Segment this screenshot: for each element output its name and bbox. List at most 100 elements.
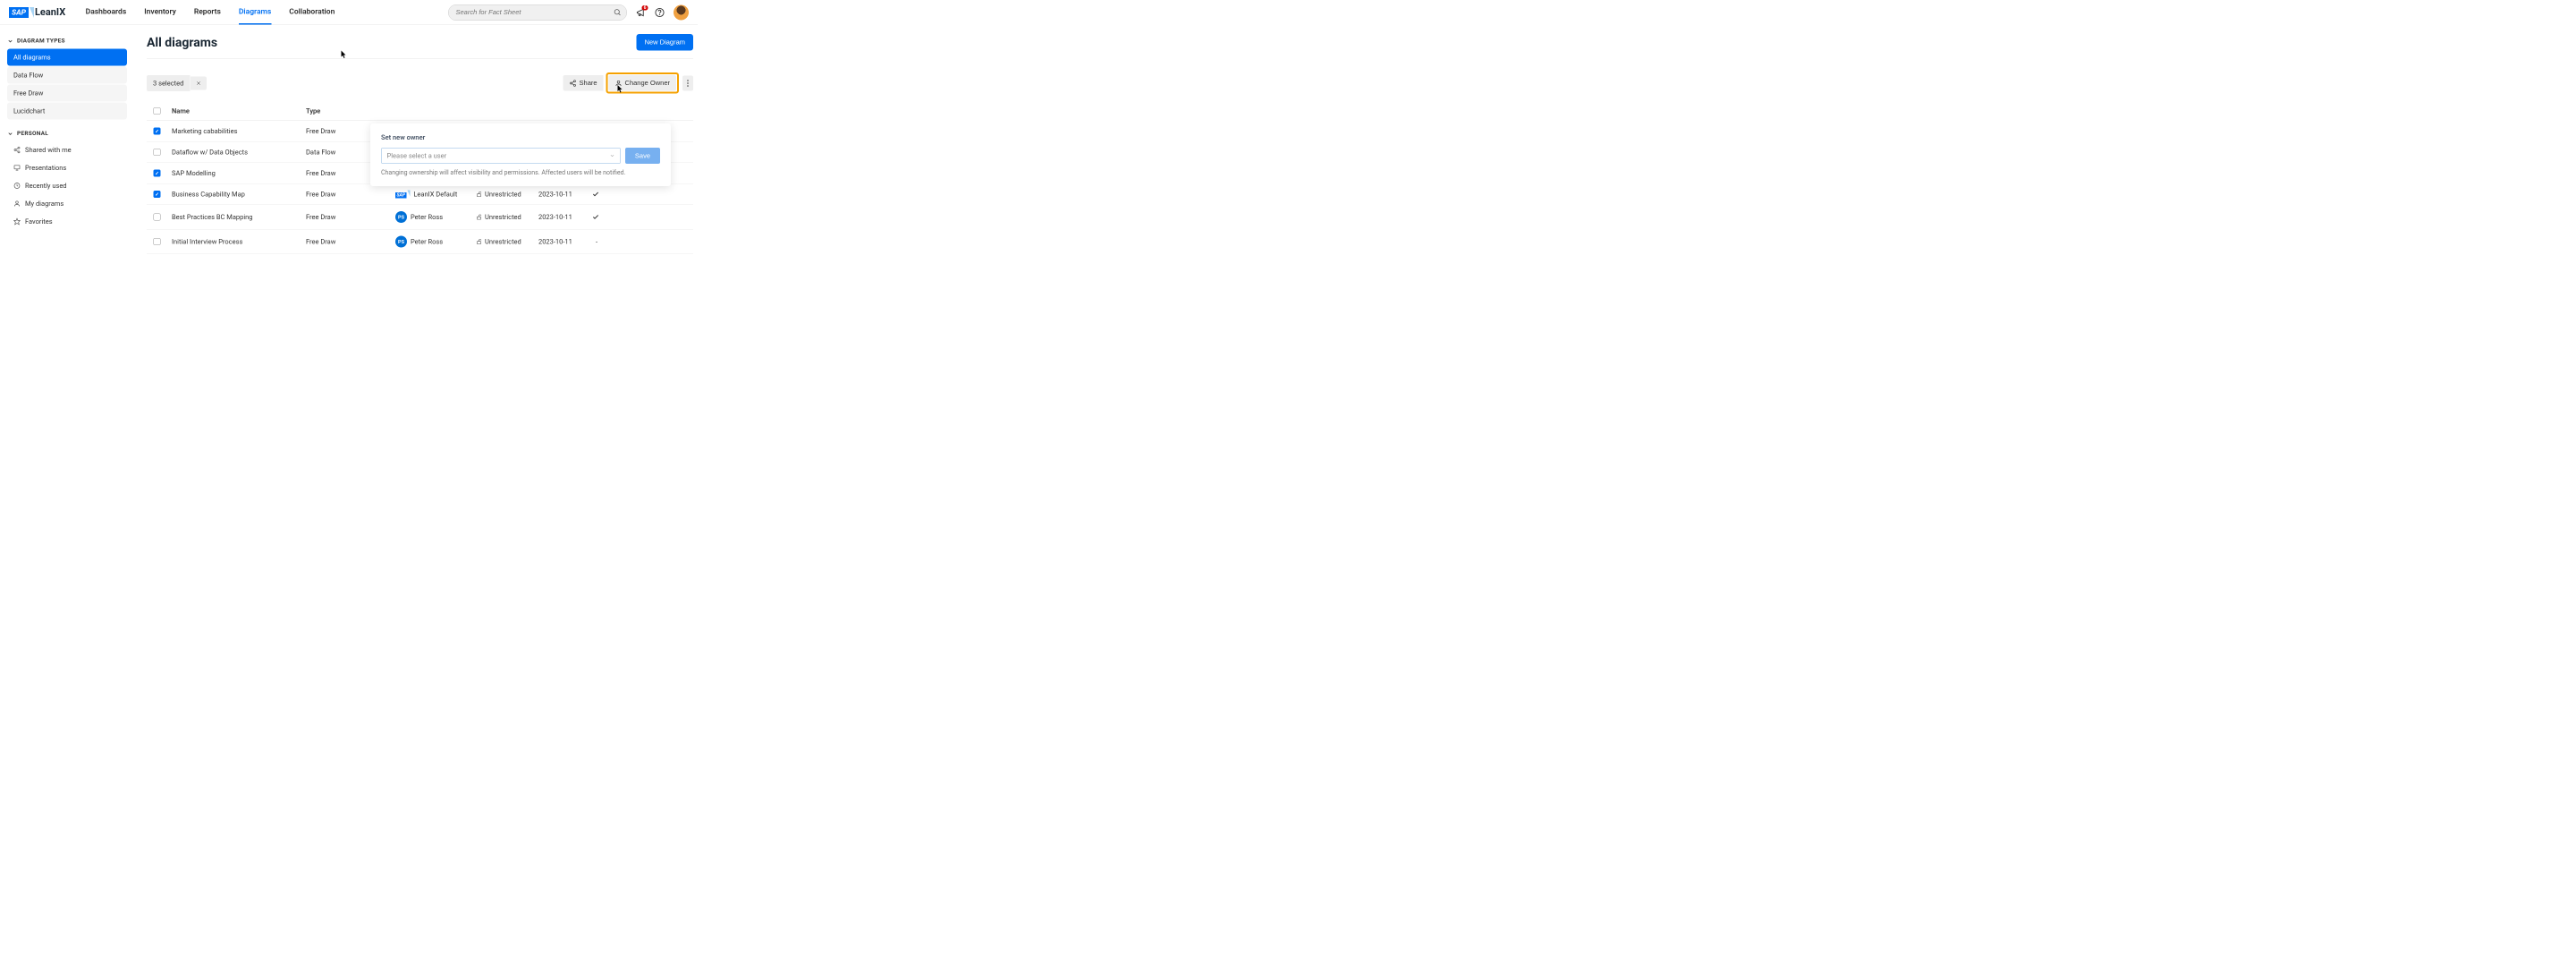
row-checkbox[interactable]	[154, 214, 161, 221]
logo-triangle	[30, 7, 34, 18]
new-diagram-button[interactable]: New Diagram	[637, 34, 693, 51]
cell-owner: PSPeter Ross	[391, 211, 471, 223]
cell-name: Dataflow w/ Data Objects	[167, 149, 301, 157]
row-checkbox[interactable]	[154, 191, 161, 198]
sidebar-item-favorites[interactable]: Favorites	[7, 213, 127, 230]
column-type[interactable]: Type	[301, 107, 391, 115]
owner-name: LeanIX Default	[413, 191, 457, 199]
row-checkbox[interactable]	[154, 238, 161, 245]
cell-name: Best Practices BC Mapping	[167, 213, 301, 221]
column-owner	[391, 107, 471, 115]
logo-sap: SAP	[9, 7, 29, 18]
change-owner-popover: Set new owner Please select a user Save …	[370, 123, 671, 186]
main-nav: Dashboards Inventory Reports Diagrams Collab…	[86, 0, 335, 25]
nav-item-inventory[interactable]: Inventory	[144, 0, 176, 25]
cell-flag: -	[588, 238, 606, 246]
table-header: Name Type	[147, 102, 693, 122]
cell-type: Free Draw	[301, 238, 391, 246]
nav-item-dashboards[interactable]: Dashboards	[86, 0, 127, 25]
sidebar-item-label: Recently used	[25, 182, 67, 190]
sidebar-section-diagram-types[interactable]: DIAGRAM TYPES	[7, 38, 127, 45]
sidebar-item-all-diagrams[interactable]: All diagrams	[7, 49, 127, 66]
cell-flag	[588, 214, 606, 221]
highlight-box: Change Owner	[606, 72, 679, 94]
nav-item-diagrams[interactable]: Diagrams	[239, 0, 271, 25]
share-icon	[13, 147, 21, 154]
header-right: 6	[448, 4, 689, 21]
sidebar-item-lucidchart[interactable]: Lucidchart	[7, 103, 127, 120]
sidebar-item-shared-with-me[interactable]: Shared with me	[7, 141, 127, 158]
close-icon	[196, 81, 201, 86]
owner-avatar: PS	[395, 211, 407, 223]
logo-leanix: LeanIX	[35, 7, 65, 19]
popover-hint: Changing ownership will affect visibilit…	[381, 169, 660, 176]
clear-selection-button[interactable]	[191, 76, 207, 89]
presentation-icon	[13, 165, 21, 172]
row-checkbox[interactable]	[154, 128, 161, 135]
sidebar-item-label: My diagrams	[25, 200, 64, 208]
cell-type: Free Draw	[301, 191, 391, 199]
nav-item-reports[interactable]: Reports	[194, 0, 221, 25]
sidebar-item-my-diagrams[interactable]: My diagrams	[7, 195, 127, 212]
select-all-checkbox[interactable]	[154, 107, 161, 115]
table-row[interactable]: Initial Interview ProcessFree DrawPSPete…	[147, 230, 693, 255]
cell-owner: PSPeter Ross	[391, 236, 471, 248]
table-row[interactable]: Business Capability MapFree DrawSAPLeanI…	[147, 184, 693, 206]
page-title: All diagrams	[147, 35, 217, 50]
cell-access: Unrestricted	[471, 191, 534, 199]
share-button[interactable]: Share	[564, 75, 604, 91]
popover-form-row: Please select a user Save	[381, 148, 660, 164]
sidebar-section-personal[interactable]: PERSONAL	[7, 131, 127, 138]
sidebar-item-presentations[interactable]: Presentations	[7, 159, 127, 176]
search-box	[448, 4, 627, 21]
logo[interactable]: SAP LeanIX	[9, 7, 65, 19]
divider	[147, 59, 693, 60]
change-owner-button[interactable]: Change Owner	[609, 75, 676, 91]
owner-select[interactable]: Please select a user	[381, 148, 621, 164]
main-content: All diagrams New Diagram 3 selected Shar…	[134, 25, 698, 263]
sidebar-item-recently-used[interactable]: Recently used	[7, 177, 127, 194]
column-name[interactable]: Name	[167, 107, 301, 115]
more-actions-button[interactable]	[682, 75, 693, 90]
chevron-down-icon	[7, 38, 13, 44]
search-input[interactable]	[448, 4, 627, 21]
cell-flag	[588, 191, 606, 198]
column-date	[534, 107, 588, 115]
cell-type: Free Draw	[301, 213, 391, 221]
selection-count: 3 selected	[147, 75, 190, 91]
cell-name: Business Capability Map	[167, 191, 301, 199]
save-button[interactable]: Save	[625, 148, 660, 164]
row-checkbox[interactable]	[154, 170, 161, 177]
search-icon[interactable]	[614, 8, 622, 16]
owner-avatar: PS	[395, 236, 407, 248]
check-icon	[592, 191, 599, 198]
owner-select-placeholder: Please select a user	[387, 152, 447, 160]
sidebar-item-label: Presentations	[25, 164, 66, 172]
unlock-icon	[476, 192, 482, 198]
cell-name: Marketing cababilities	[167, 127, 301, 135]
cell-access: Unrestricted	[471, 238, 534, 246]
more-vertical-icon	[687, 80, 689, 87]
sidebar: DIAGRAM TYPES All diagramsData FlowFree …	[0, 25, 134, 263]
app-header: SAP LeanIX Dashboards Inventory Reports Dia…	[0, 0, 698, 25]
selection-toolbar: 3 selected Share Change Owner	[147, 72, 693, 94]
popover-title: Set new owner	[381, 133, 660, 141]
sidebar-item-label: Shared with me	[25, 146, 72, 154]
toolbar-actions: Share Change Owner	[564, 72, 693, 94]
announcements-icon[interactable]: 6	[636, 7, 646, 17]
person-icon	[615, 80, 623, 87]
row-checkbox[interactable]	[154, 149, 161, 156]
sidebar-item-free-draw[interactable]: Free Draw	[7, 85, 127, 102]
sidebar-section-title: DIAGRAM TYPES	[17, 38, 65, 45]
star-icon	[13, 218, 21, 226]
sidebar-section-title: PERSONAL	[17, 131, 48, 138]
nav-item-collaboration[interactable]: Collaboration	[289, 0, 335, 25]
cell-name: Initial Interview Process	[167, 238, 301, 246]
sidebar-item-label: Favorites	[25, 217, 53, 226]
help-icon[interactable]	[655, 7, 665, 17]
table-row[interactable]: Best Practices BC MappingFree DrawPSPete…	[147, 205, 693, 230]
cell-access: Unrestricted	[471, 213, 534, 221]
user-avatar[interactable]	[674, 4, 689, 20]
change-owner-label: Change Owner	[625, 80, 670, 88]
sidebar-item-data-flow[interactable]: Data Flow	[7, 67, 127, 84]
